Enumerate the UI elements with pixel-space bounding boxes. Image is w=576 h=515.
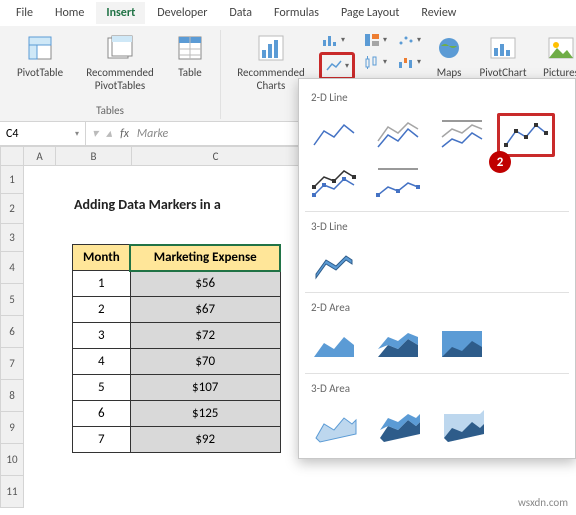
section-2d-area: 2-D Area <box>305 297 569 321</box>
table-row: 2$67 <box>73 297 281 323</box>
line-chart-dropdown: 2-D Line 2 3-D Line 2-D Area 3-D Area <box>298 78 576 459</box>
chart-opt-100stacked-line-markers[interactable] <box>369 161 427 205</box>
statistic-chart-button[interactable]: ▾ <box>361 52 389 72</box>
hierarchy-chart-button[interactable]: ▾ <box>361 30 389 50</box>
select-all-corner[interactable] <box>0 146 24 166</box>
chart-opt-stacked-line-markers[interactable] <box>305 161 363 205</box>
chart-opt-3d-area[interactable] <box>305 404 363 448</box>
pivotchart-icon <box>487 32 519 64</box>
header-month[interactable]: Month <box>73 245 131 271</box>
col-A[interactable]: A <box>24 146 56 166</box>
scatter-icon <box>397 32 415 48</box>
tab-developer[interactable]: Developer <box>147 2 217 24</box>
table-button[interactable]: Table <box>168 30 212 81</box>
row-10[interactable]: 10 <box>0 444 24 476</box>
row-9[interactable]: 9 <box>0 412 24 444</box>
chart-opt-line[interactable] <box>305 113 363 157</box>
maps-button[interactable]: Maps <box>429 30 469 81</box>
table-row: 1$56 <box>73 271 281 297</box>
formula-input[interactable]: Marke <box>137 127 168 141</box>
row-1[interactable]: 1 <box>0 166 24 194</box>
row-7[interactable]: 7 <box>0 348 24 380</box>
data-table: Month Marketing Expense 1$56 2$67 3$72 4… <box>72 244 281 453</box>
chart-opt-3d-100stacked-area[interactable] <box>433 404 491 448</box>
fx-decrease-icon[interactable]: ▾ <box>92 126 98 141</box>
row-11[interactable]: 11 <box>0 476 24 508</box>
tab-formulas[interactable]: Formulas <box>264 2 329 24</box>
watermark: wsxdn.com <box>518 496 568 509</box>
scatter-chart-button[interactable]: ▾ <box>395 30 423 50</box>
pivottable-icon <box>24 32 56 64</box>
recommended-pivottables-button[interactable]: Recommended PivotTables <box>78 30 162 94</box>
hierarchy-icon <box>363 32 381 48</box>
section-2d-line: 2-D Line <box>305 87 569 111</box>
table-row: 5$107 <box>73 375 281 401</box>
line-chart-icon <box>325 58 343 74</box>
recommended-pivottables-icon <box>104 32 136 64</box>
tab-review[interactable]: Review <box>411 2 466 24</box>
chart-opt-3d-stacked-area[interactable] <box>369 404 427 448</box>
name-box[interactable]: C4▾ <box>0 122 86 145</box>
annotation-badge-2: 2 <box>489 151 511 173</box>
table-row: 3$72 <box>73 323 281 349</box>
waterfall-chart-button[interactable]: ▾ <box>395 52 423 72</box>
statistic-icon <box>363 54 381 70</box>
row-2[interactable]: 2 <box>0 194 24 224</box>
pictures-button[interactable]: Pictures <box>537 30 576 81</box>
maps-icon <box>433 32 465 64</box>
waterfall-icon <box>397 54 415 70</box>
recommended-charts-icon <box>255 32 287 64</box>
row-5[interactable]: 5 <box>0 284 24 316</box>
fx-icon[interactable]: fx <box>120 127 129 141</box>
row-6[interactable]: 6 <box>0 316 24 348</box>
tab-insert[interactable]: Insert <box>96 2 145 24</box>
fx-increase-icon[interactable]: ▴ <box>106 126 112 141</box>
line-chart-button[interactable]: ▾ <box>323 56 351 76</box>
header-expense[interactable]: Marketing Expense <box>130 245 280 271</box>
tab-file[interactable]: File <box>6 2 43 24</box>
chart-opt-line-markers[interactable] <box>497 113 555 157</box>
chart-opt-100stacked-area[interactable] <box>433 323 491 367</box>
tab-data[interactable]: Data <box>219 2 262 24</box>
chart-opt-3d-line[interactable] <box>305 242 363 286</box>
row-8[interactable]: 8 <box>0 380 24 412</box>
tab-home[interactable]: Home <box>45 2 94 24</box>
chart-opt-area[interactable] <box>305 323 363 367</box>
pivotchart-button[interactable]: PivotChart <box>475 30 531 81</box>
table-icon <box>174 32 206 64</box>
pivottable-button[interactable]: PivotTable <box>8 30 72 81</box>
col-C[interactable]: C <box>132 146 300 166</box>
row-3[interactable]: 3 <box>0 224 24 252</box>
chart-opt-stacked-line[interactable] <box>369 113 427 157</box>
section-3d-line: 3-D Line <box>305 216 569 240</box>
section-3d-area: 3-D Area <box>305 378 569 402</box>
ribbon-tabs: File Home Insert Developer Data Formulas… <box>0 0 576 26</box>
table-row: 6$125 <box>73 401 281 427</box>
column-chart-icon <box>321 32 339 48</box>
sheet-title: Adding Data Markers in a <box>74 196 221 213</box>
tab-pagelayout[interactable]: Page Layout <box>331 2 409 24</box>
col-B[interactable]: B <box>56 146 132 166</box>
row-4[interactable]: 4 <box>0 252 24 284</box>
chart-opt-stacked-area[interactable] <box>369 323 427 367</box>
column-chart-button[interactable]: ▾ <box>319 30 355 50</box>
chart-opt-100stacked-line[interactable] <box>433 113 491 157</box>
table-row: 4$70 <box>73 349 281 375</box>
group-tables: PivotTable Recommended PivotTables Table… <box>0 30 221 119</box>
pictures-icon <box>545 32 576 64</box>
table-row: 7$92 <box>73 427 281 453</box>
